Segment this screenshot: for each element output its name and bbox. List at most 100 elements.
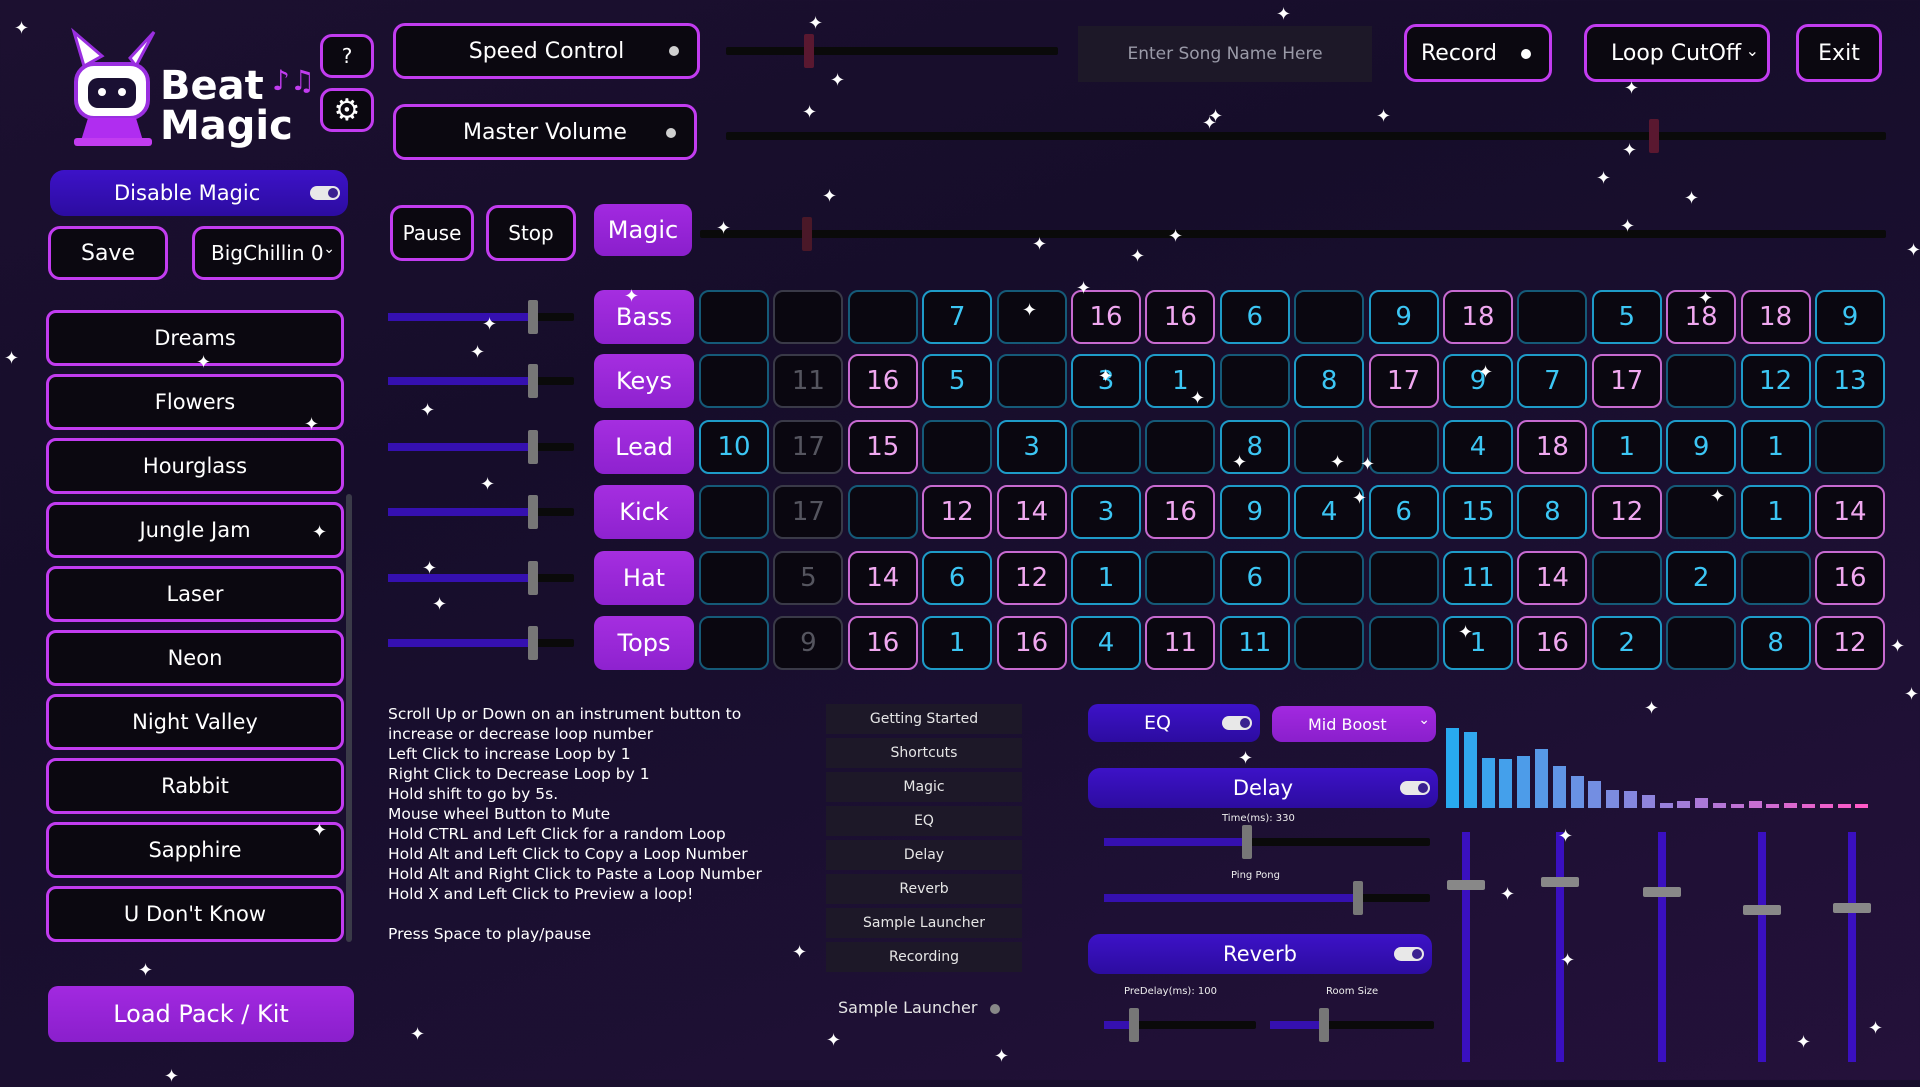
pack-item[interactable]: Sapphire bbox=[46, 822, 344, 878]
loop-cell[interactable]: 16 bbox=[1145, 290, 1216, 344]
instrument-volume-knob[interactable] bbox=[528, 364, 539, 398]
settings-button[interactable]: ⚙ bbox=[320, 88, 374, 132]
speed-slider-knob[interactable] bbox=[804, 34, 814, 68]
pause-button[interactable]: Pause bbox=[390, 205, 474, 261]
stop-button[interactable]: Stop bbox=[486, 205, 576, 261]
save-button[interactable]: Save bbox=[48, 226, 168, 280]
reverb-toggle-button[interactable]: Reverb bbox=[1088, 934, 1432, 974]
song-name-input[interactable]: Enter Song Name Here bbox=[1078, 26, 1372, 82]
loop-cell[interactable] bbox=[847, 485, 918, 539]
eq-band-fader-knob[interactable] bbox=[1833, 902, 1871, 913]
help-menu-item[interactable]: Getting Started bbox=[826, 704, 1022, 734]
eq-switch[interactable] bbox=[1222, 716, 1252, 730]
loop-cell[interactable]: 15 bbox=[847, 420, 918, 474]
instrument-button-tops[interactable]: Tops bbox=[594, 616, 694, 670]
loop-cell[interactable]: 16 bbox=[847, 616, 918, 670]
loop-cell[interactable]: 7 bbox=[1517, 354, 1588, 408]
pack-item[interactable]: Laser bbox=[46, 566, 344, 622]
pack-item[interactable]: U Don't Know bbox=[46, 886, 344, 942]
loop-cell[interactable]: 18 bbox=[1740, 290, 1811, 344]
loop-cell[interactable]: 12 bbox=[1591, 485, 1662, 539]
instrument-volume-slider[interactable] bbox=[388, 364, 574, 398]
loop-cell[interactable]: 3 bbox=[996, 420, 1067, 474]
loop-cell[interactable] bbox=[1294, 551, 1365, 605]
eq-band-fader[interactable] bbox=[1541, 832, 1579, 1062]
loop-cell[interactable] bbox=[1368, 616, 1439, 670]
loop-cell[interactable]: 14 bbox=[1517, 551, 1588, 605]
disable-magic-toggle-button[interactable]: Disable Magic bbox=[50, 170, 348, 216]
loop-cell[interactable] bbox=[1368, 551, 1439, 605]
instrument-volume-knob[interactable] bbox=[528, 626, 539, 660]
master-volume-button[interactable]: Master Volume bbox=[393, 104, 697, 160]
delay-switch[interactable] bbox=[1400, 781, 1430, 795]
loop-cell[interactable] bbox=[847, 290, 918, 344]
instrument-volume-slider[interactable] bbox=[388, 495, 574, 529]
loop-cell[interactable] bbox=[1666, 354, 1737, 408]
loop-cell[interactable]: 12 bbox=[922, 485, 993, 539]
delay-toggle-button[interactable]: Delay bbox=[1088, 768, 1438, 808]
loop-cell[interactable]: 16 bbox=[1815, 551, 1885, 605]
loop-cell[interactable]: 11 bbox=[1145, 616, 1216, 670]
master-volume-slider[interactable] bbox=[726, 119, 1886, 153]
loop-cell[interactable]: 17 bbox=[773, 485, 844, 539]
eq-preset-select[interactable]: Mid Boost ⌄ bbox=[1272, 706, 1436, 742]
loop-cell[interactable] bbox=[922, 420, 993, 474]
disable-magic-switch[interactable] bbox=[310, 186, 340, 200]
loop-cell[interactable] bbox=[1145, 551, 1216, 605]
loop-cell[interactable] bbox=[699, 616, 769, 670]
help-menu-item[interactable]: Reverb bbox=[826, 874, 1022, 904]
loop-cell[interactable]: 4 bbox=[1443, 420, 1513, 474]
loop-cell[interactable]: 2 bbox=[1666, 551, 1737, 605]
pack-item[interactable]: Jungle Jam bbox=[46, 502, 344, 558]
help-button[interactable]: ? bbox=[320, 34, 374, 78]
instrument-volume-slider[interactable] bbox=[388, 430, 574, 464]
loop-cell[interactable] bbox=[1368, 420, 1439, 474]
loop-cell[interactable]: 9 bbox=[1666, 420, 1737, 474]
loop-cell[interactable]: 11 bbox=[1219, 616, 1290, 670]
instrument-volume-slider[interactable] bbox=[388, 561, 574, 595]
loop-cell[interactable] bbox=[1815, 420, 1885, 474]
exit-button[interactable]: Exit bbox=[1796, 24, 1882, 82]
loop-cell[interactable]: 11 bbox=[773, 354, 844, 408]
loop-cell[interactable] bbox=[1666, 485, 1737, 539]
loop-cell[interactable]: 9 bbox=[773, 616, 844, 670]
loop-cell[interactable]: 3 bbox=[1071, 485, 1141, 539]
room-size-slider[interactable] bbox=[1270, 1008, 1434, 1042]
help-menu-item[interactable]: Delay bbox=[826, 840, 1022, 870]
instrument-volume-knob[interactable] bbox=[528, 495, 539, 529]
pack-item[interactable]: Flowers bbox=[46, 374, 344, 430]
loop-cell[interactable] bbox=[1740, 551, 1811, 605]
loop-cell[interactable]: 5 bbox=[922, 354, 993, 408]
loop-cell[interactable] bbox=[1591, 551, 1662, 605]
predelay-knob[interactable] bbox=[1129, 1008, 1140, 1042]
ping-pong-slider[interactable] bbox=[1104, 881, 1430, 915]
loop-cell[interactable]: 18 bbox=[1443, 290, 1513, 344]
pack-list-scrollbar[interactable] bbox=[346, 494, 352, 942]
loop-cell[interactable]: 6 bbox=[1219, 290, 1290, 344]
load-pack-button[interactable]: Load Pack / Kit bbox=[48, 986, 354, 1042]
help-menu-item[interactable]: Shortcuts bbox=[826, 738, 1022, 768]
ping-pong-knob[interactable] bbox=[1353, 881, 1364, 915]
reverb-switch[interactable] bbox=[1394, 947, 1424, 961]
loop-cell[interactable]: 17 bbox=[1368, 354, 1439, 408]
help-menu-item[interactable]: Recording bbox=[826, 942, 1022, 972]
loop-cell[interactable] bbox=[699, 485, 769, 539]
loop-cell[interactable]: 4 bbox=[1071, 616, 1141, 670]
speed-control-button[interactable]: Speed Control bbox=[393, 23, 700, 79]
loop-cell[interactable] bbox=[1517, 290, 1588, 344]
loop-cell[interactable] bbox=[1145, 420, 1216, 474]
loop-cell[interactable]: 1 bbox=[1740, 420, 1811, 474]
instrument-volume-slider[interactable] bbox=[388, 300, 574, 334]
loop-cell[interactable]: 8 bbox=[1740, 616, 1811, 670]
master-volume-knob[interactable] bbox=[1649, 119, 1659, 153]
loop-cell[interactable]: 7 bbox=[922, 290, 993, 344]
preset-select[interactable]: BigChillin 0 ⌄ bbox=[192, 226, 344, 280]
loop-cell[interactable] bbox=[773, 290, 844, 344]
eq-toggle-button[interactable]: EQ bbox=[1088, 704, 1260, 742]
loop-cell[interactable]: 1 bbox=[922, 616, 993, 670]
loop-cell[interactable]: 6 bbox=[1368, 485, 1439, 539]
help-menu-item[interactable]: Sample Launcher bbox=[826, 908, 1022, 938]
instrument-button-lead[interactable]: Lead bbox=[594, 420, 694, 474]
loop-cell[interactable]: 8 bbox=[1517, 485, 1588, 539]
loop-cell[interactable]: 16 bbox=[1145, 485, 1216, 539]
